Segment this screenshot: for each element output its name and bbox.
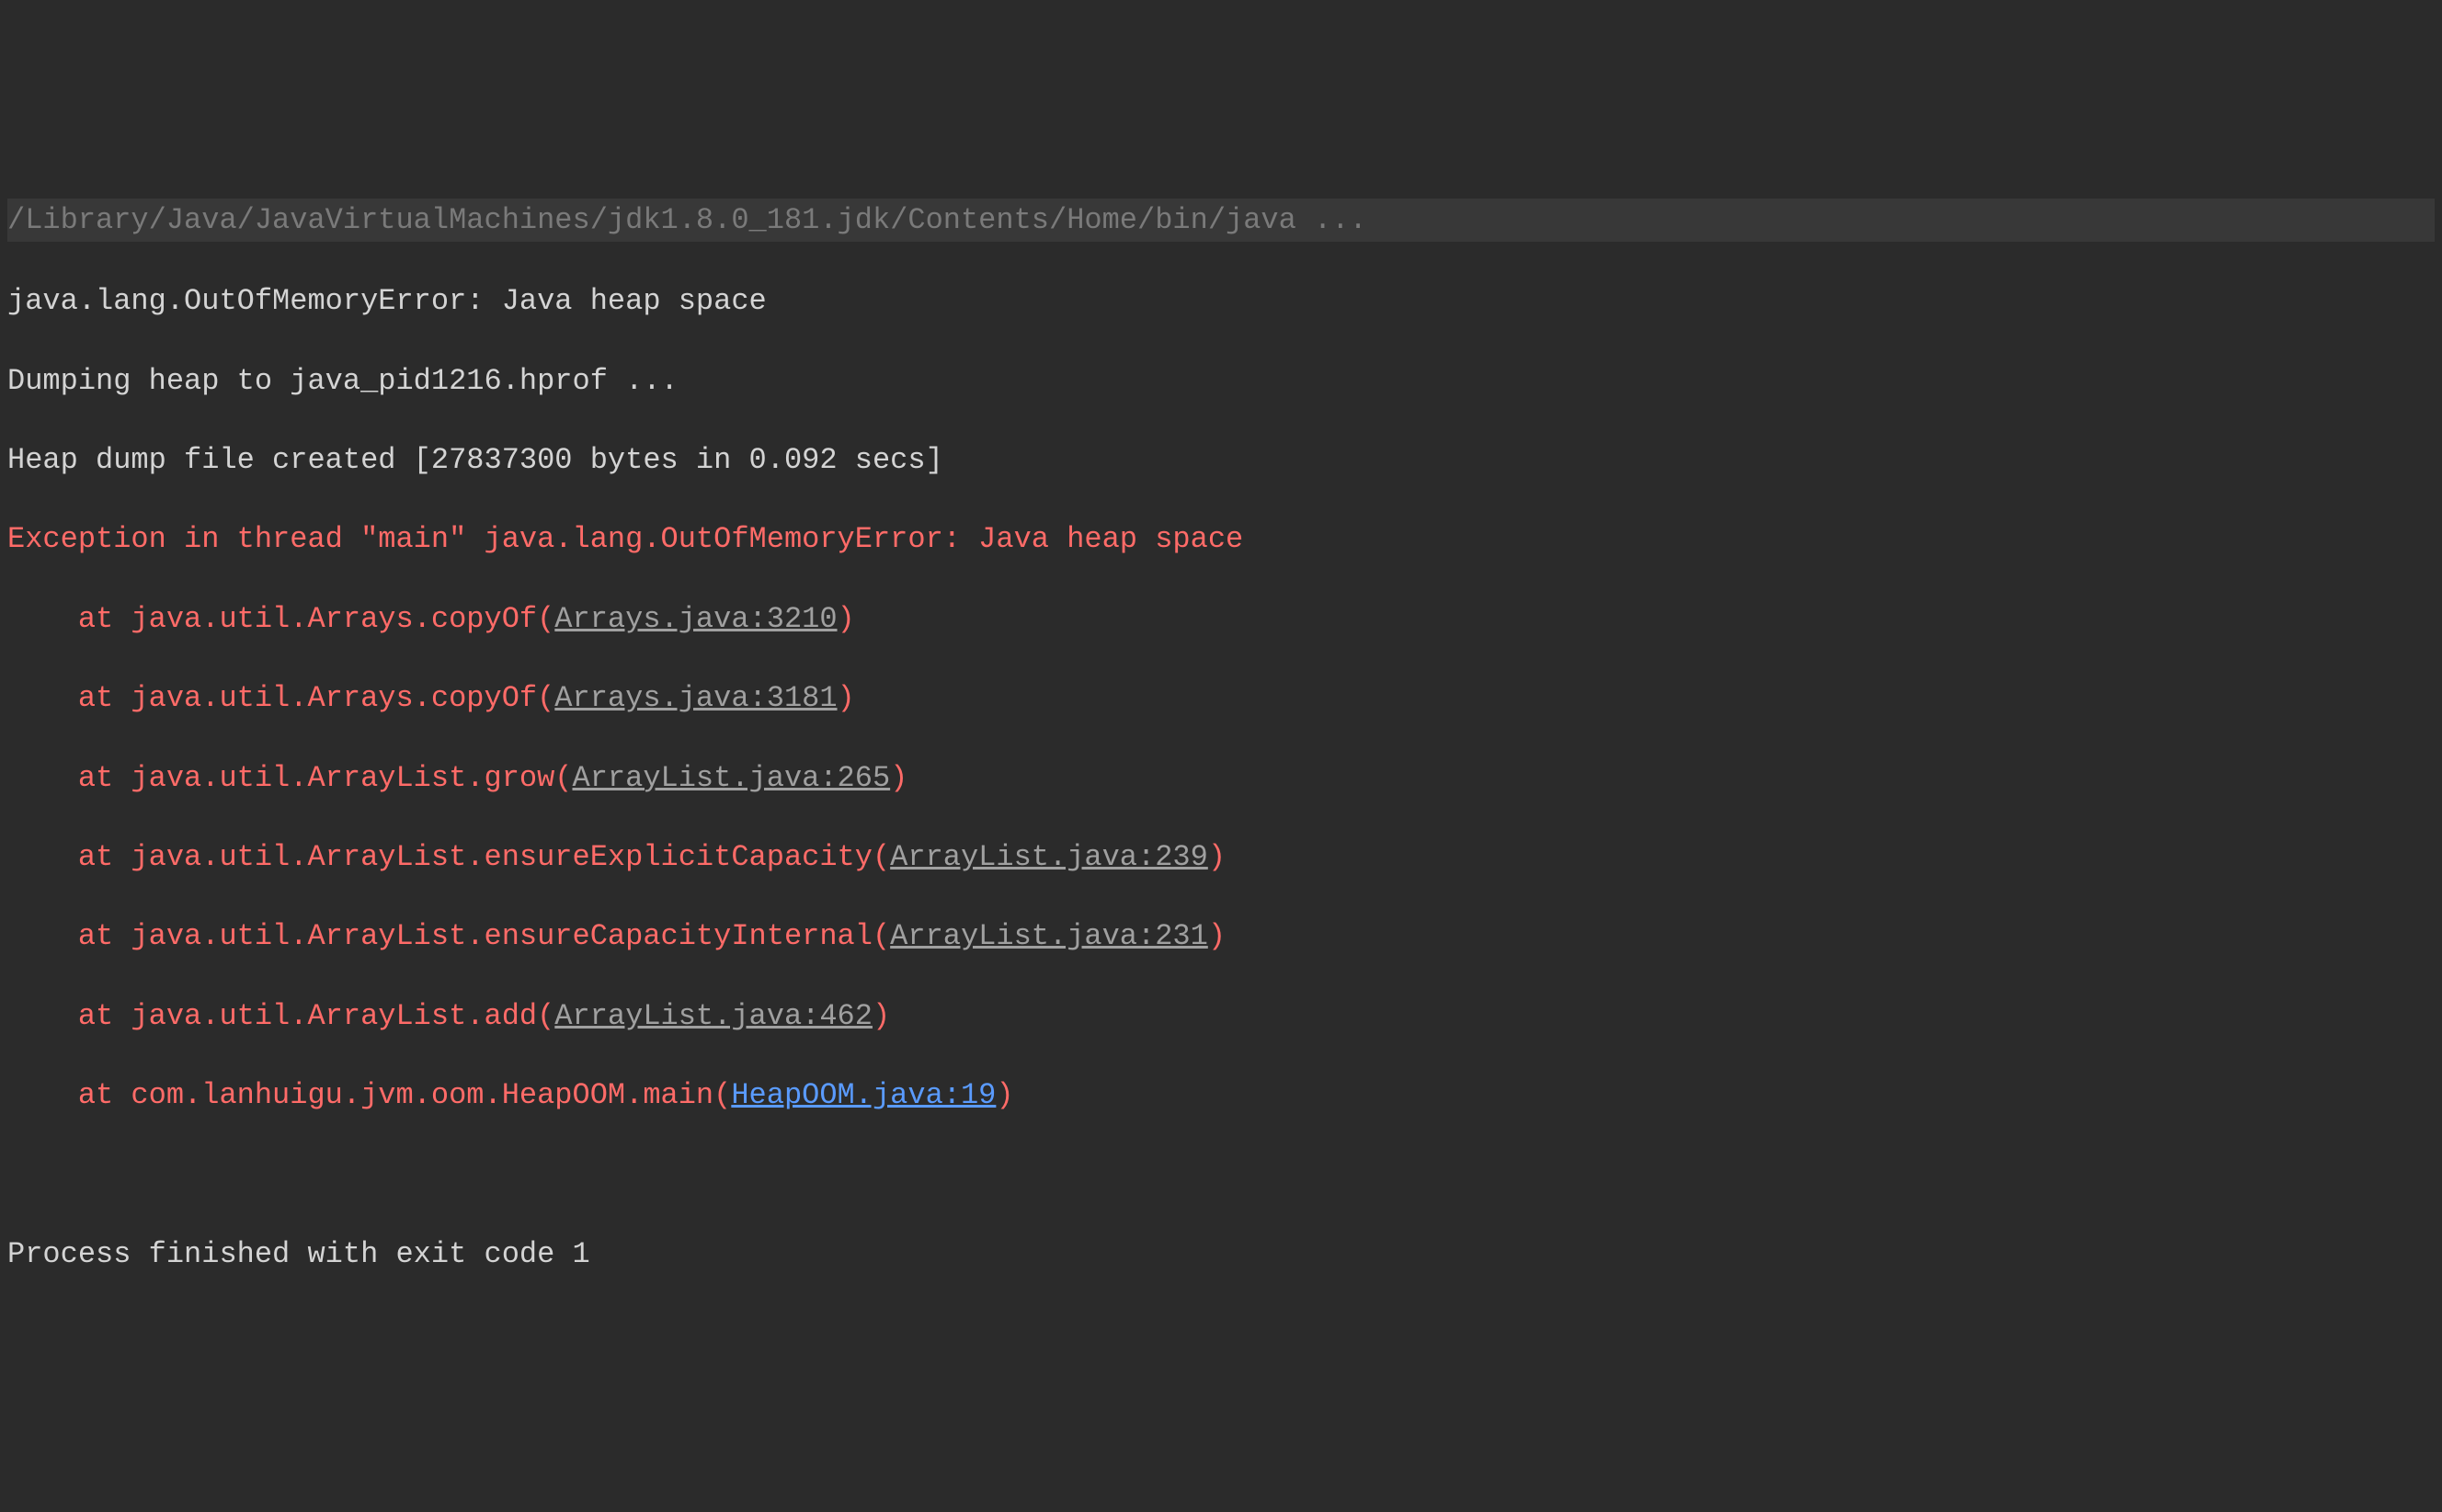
stack-source-link[interactable]: HeapOOM.java:19 xyxy=(731,1078,996,1112)
stack-source-link[interactable]: ArrayList.java:239 xyxy=(890,840,1208,874)
stack-frame: at java.util.ArrayList.add(ArrayList.jav… xyxy=(7,996,2435,1036)
stack-frame: at java.util.Arrays.copyOf(Arrays.java:3… xyxy=(7,599,2435,639)
stack-indent xyxy=(7,1075,78,1115)
stack-close-paren: ) xyxy=(890,761,907,795)
stack-indent xyxy=(7,599,78,639)
stack-method: java.util.ArrayList.add( xyxy=(131,999,554,1033)
blank-line xyxy=(7,1154,2435,1194)
stack-frame: at com.lanhuigu.jvm.oom.HeapOOM.main(Hea… xyxy=(7,1075,2435,1115)
heap-dump-created-line: Heap dump file created [27837300 bytes i… xyxy=(7,440,2435,480)
exception-header: Exception in thread "main" java.lang.Out… xyxy=(7,519,2435,559)
stack-indent xyxy=(7,678,78,718)
stack-close-paren: ) xyxy=(838,681,855,715)
stack-at: at xyxy=(78,919,131,953)
stack-indent xyxy=(7,758,78,798)
stack-at: at xyxy=(78,1078,131,1112)
stack-at: at xyxy=(78,681,131,715)
command-line: /Library/Java/JavaVirtualMachines/jdk1.8… xyxy=(7,199,2435,242)
stack-indent xyxy=(7,996,78,1036)
stack-method: java.util.Arrays.copyOf( xyxy=(131,681,554,715)
heap-dump-line: Dumping heap to java_pid1216.hprof ... xyxy=(7,361,2435,401)
stack-at: at xyxy=(78,840,131,874)
stack-close-paren: ) xyxy=(1208,840,1226,874)
stack-method: java.util.ArrayList.ensureExplicitCapaci… xyxy=(131,840,890,874)
stack-close-paren: ) xyxy=(838,602,855,636)
stack-method: java.util.Arrays.copyOf( xyxy=(131,602,554,636)
stack-close-paren: ) xyxy=(1208,919,1226,953)
stack-frame: at java.util.Arrays.copyOf(Arrays.java:3… xyxy=(7,678,2435,718)
stack-at: at xyxy=(78,761,131,795)
stack-frame: at java.util.ArrayList.ensureExplicitCap… xyxy=(7,837,2435,877)
stack-source-link[interactable]: Arrays.java:3181 xyxy=(554,681,837,715)
stack-at: at xyxy=(78,602,131,636)
stack-source-link[interactable]: ArrayList.java:231 xyxy=(890,919,1208,953)
stack-close-paren: ) xyxy=(996,1078,1013,1112)
stack-source-link[interactable]: ArrayList.java:265 xyxy=(573,761,891,795)
stack-indent xyxy=(7,916,78,956)
stack-indent xyxy=(7,837,78,877)
stack-frame: at java.util.ArrayList.ensureCapacityInt… xyxy=(7,916,2435,956)
stack-method: java.util.ArrayList.ensureCapacityIntern… xyxy=(131,919,890,953)
stack-at: at xyxy=(78,999,131,1033)
stack-close-paren: ) xyxy=(873,999,890,1033)
process-exit-line: Process finished with exit code 1 xyxy=(7,1234,2435,1274)
oom-error-line: java.lang.OutOfMemoryError: Java heap sp… xyxy=(7,281,2435,321)
stack-source-link[interactable]: Arrays.java:3210 xyxy=(554,602,837,636)
console-output: /Library/Java/JavaVirtualMachines/jdk1.8… xyxy=(0,159,2442,1313)
stack-frame: at java.util.ArrayList.grow(ArrayList.ja… xyxy=(7,758,2435,798)
stack-source-link[interactable]: ArrayList.java:462 xyxy=(554,999,873,1033)
stack-method: java.util.ArrayList.grow( xyxy=(131,761,572,795)
stack-method: com.lanhuigu.jvm.oom.HeapOOM.main( xyxy=(131,1078,731,1112)
